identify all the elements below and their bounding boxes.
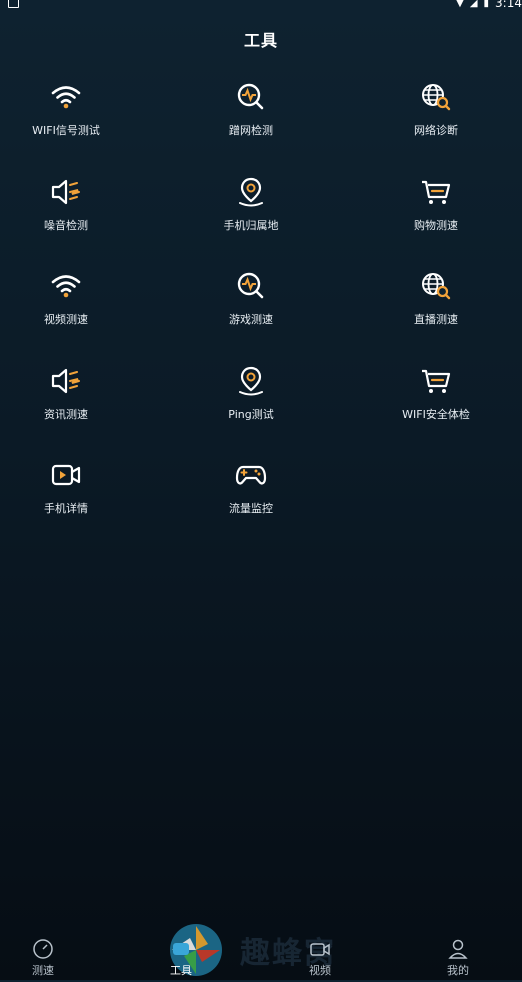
tool-label: 视频测速 xyxy=(44,313,88,326)
magnify-pulse-icon xyxy=(181,80,321,114)
nav-tools[interactable]: 工具 xyxy=(146,938,216,978)
nav-label: 视频 xyxy=(309,964,331,977)
status-indicators: ▼ ◢ ▮ 3:14 xyxy=(456,0,522,10)
tool-tile[interactable]: 网络诊断 xyxy=(366,80,506,160)
bottom-nav: 测速 工具 视频 我的 xyxy=(0,924,522,980)
tool-label: WIFI信号测试 xyxy=(32,124,100,137)
magnify-pulse-icon xyxy=(181,269,321,303)
speaker-noise-icon xyxy=(0,175,136,209)
tool-label: Ping测试 xyxy=(228,407,274,421)
cart-icon xyxy=(366,364,506,398)
tool-label: 资讯测速 xyxy=(44,407,88,421)
nav-video[interactable]: 视频 xyxy=(285,938,355,978)
tool-tile[interactable]: 噪音检测 xyxy=(0,175,136,255)
tool-tile[interactable]: 资讯测速 xyxy=(0,364,136,444)
status-time: 3:14 xyxy=(495,0,522,10)
location-pin-icon xyxy=(181,175,321,209)
video-camera-icon xyxy=(0,458,136,492)
nav-label: 我的 xyxy=(447,964,469,977)
tool-tile[interactable]: 直播测速 xyxy=(366,269,506,349)
tool-label: 蹭网检测 xyxy=(229,124,273,137)
speedometer-icon xyxy=(33,939,53,959)
notification-icon xyxy=(8,0,19,8)
tool-tile[interactable]: 手机归属地 xyxy=(181,175,321,255)
tool-label: 手机详情 xyxy=(44,502,88,515)
tool-label: WIFI安全体检 xyxy=(402,407,470,421)
tool-tile[interactable]: 游戏测速 xyxy=(181,269,321,349)
tool-label: 噪音检测 xyxy=(44,218,88,232)
tool-tile[interactable]: 视频测速 xyxy=(0,269,136,349)
tool-tile[interactable]: Ping测试 xyxy=(181,364,321,444)
nav-label: 工具 xyxy=(170,964,192,977)
tool-tile[interactable]: 手机详情 xyxy=(0,458,136,538)
tool-tile[interactable]: WIFI信号测试 xyxy=(0,80,136,160)
tool-label: 购物测速 xyxy=(414,218,458,232)
globe-search-icon xyxy=(366,80,506,114)
nav-speed-test[interactable]: 测速 xyxy=(8,938,78,978)
tools-icon xyxy=(173,943,189,955)
tool-label: 网络诊断 xyxy=(414,124,458,137)
tool-tile[interactable]: WIFI安全体检 xyxy=(366,364,506,444)
tool-label: 直播测速 xyxy=(414,313,458,326)
battery-status-icon: ▮ xyxy=(483,0,490,9)
nav-label: 测速 xyxy=(32,964,54,977)
tool-label: 手机归属地 xyxy=(223,218,279,232)
tool-tile[interactable]: 购物测速 xyxy=(366,175,506,255)
tool-tile[interactable]: 蹭网检测 xyxy=(181,80,321,160)
gamepad-icon xyxy=(181,458,321,492)
wifi-icon xyxy=(0,269,136,303)
tool-label: 游戏测速 xyxy=(229,313,273,326)
page-title: 工具 xyxy=(243,31,278,50)
status-bar: ▼ ◢ ▮ 3:14 xyxy=(0,0,522,10)
nav-mine[interactable]: 我的 xyxy=(423,938,493,978)
tool-label: 流量监控 xyxy=(229,502,273,515)
tool-tile[interactable]: 流量监控 xyxy=(181,458,321,538)
cart-icon xyxy=(366,175,506,209)
speaker-noise-icon xyxy=(0,364,136,398)
signal-status-icon: ◢ xyxy=(469,0,478,9)
location-pin-icon xyxy=(181,364,321,398)
video-camera-icon xyxy=(310,943,330,956)
user-icon xyxy=(448,939,468,959)
globe-search-icon xyxy=(366,269,506,303)
wifi-icon xyxy=(0,80,136,114)
wifi-status-icon: ▼ xyxy=(456,0,464,9)
